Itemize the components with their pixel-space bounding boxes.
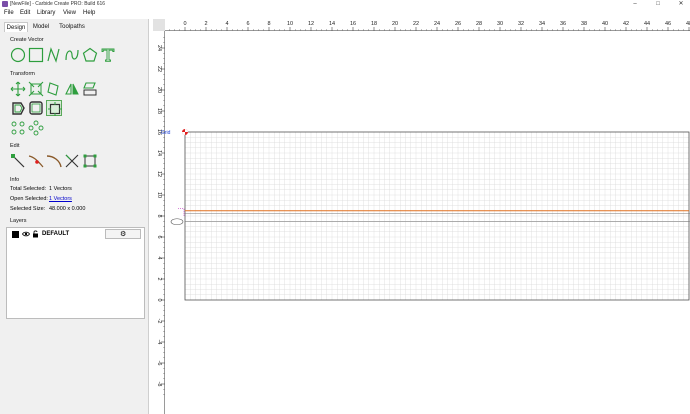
tab-toolpaths[interactable]: Toolpaths [56,22,88,32]
join-icon[interactable] [28,100,44,116]
mirror-icon[interactable] [64,81,80,97]
array-icon[interactable] [10,120,26,136]
ruler-x-label: 18 [371,21,377,27]
ruler-x-label: 26 [455,21,461,27]
ruler-x-label: 10 [287,21,293,27]
menu-view[interactable]: View [63,10,76,16]
group-icon[interactable] [46,100,62,116]
ruler-x-label: 2 [204,21,207,27]
drag-handle[interactable] [170,218,184,226]
offset-icon[interactable] [10,100,26,116]
rotate-icon[interactable] [46,81,62,97]
polyline-icon[interactable] [46,47,62,63]
origin-marker-quadrant [182,132,185,135]
open-selected-row: Open Selected: 1 Vectors [10,196,72,202]
menu-help[interactable]: Help [83,10,95,16]
canvas-drawing[interactable] [165,31,690,414]
scale-icon[interactable] [28,81,44,97]
ruler-x-label: 20 [392,21,398,27]
lock-icon[interactable] [32,230,39,238]
layer-settings-button[interactable]: ⚙ [105,229,141,239]
ruler-x-label: 42 [623,21,629,27]
layer-color-swatch[interactable] [12,231,19,238]
gear-icon: ⚙ [120,231,127,238]
ruler-x-label: 6 [246,21,249,27]
edit-heading: Edit [10,143,20,149]
layer-name: DEFAULT [42,231,70,237]
menu-library[interactable]: Library [37,10,55,16]
ruler-x-label: 46 [665,21,671,27]
ruler-x-label: 24 [434,21,440,27]
layer-row[interactable]: DEFAULT ⚙ [7,229,144,240]
total-selected-row: Total Selected: 1 Vectors [10,186,72,192]
horizontal-ruler: 0 2 4 6 8 10 12 14 16 18 20 22 24 26 28 30 32 34 36 38 40 42 4… [165,19,690,31]
open-selected-link[interactable]: 1 Vectors [49,196,72,202]
ruler-corner [153,19,165,31]
selected-size-label: Selected Size: [10,206,46,212]
ruler-x-label: 0 [183,21,186,27]
rotate-handle[interactable] [178,208,185,217]
align-icon[interactable] [82,81,98,97]
polygon-icon[interactable] [82,47,98,63]
layers-list: DEFAULT ⚙ [6,227,145,319]
tab-model[interactable]: Model [30,22,52,32]
circle-icon[interactable] [10,47,26,63]
selection-box [184,213,690,222]
title-bar: [NewFile] - Carbide Create PRO: Build 61… [0,0,690,9]
menu-file[interactable]: File [4,10,14,16]
eye-icon[interactable] [22,230,30,238]
horizontal-ruler-ticks: 0 2 4 6 8 10 12 14 16 18 20 22 24 26 28 30 32 34 36 38 40 42 4… [169,21,690,31]
ruler-x-label: 22 [413,21,419,27]
selected-size-value: 48.000 x 0.000 [49,206,86,212]
move-icon[interactable] [10,81,26,97]
ruler-x-label: 44 [644,21,650,27]
vertical-ruler: 24 22 20 18 16 14 12 10 8 6 4 2 0 -2 -4 -6 -8 [153,31,165,414]
selected-size-row: Selected Size: 48.000 x 0.000 [10,206,85,212]
minimize-button[interactable]: – [628,0,642,9]
design-canvas[interactable] [165,31,690,414]
origin-marker-quadrant [185,129,188,132]
grid-label: Grid [161,130,171,136]
trim-icon[interactable] [28,153,44,169]
ruler-x-label: 14 [329,21,335,27]
menu-bar: File Edit Library View Help [0,9,690,19]
menu-edit[interactable]: Edit [20,10,30,16]
ruler-x-label: 16 [350,21,356,27]
ruler-x-label: 38 [581,21,587,27]
app-icon [2,1,8,7]
tab-design[interactable]: Design [4,22,28,32]
rectangle-icon[interactable] [28,47,44,63]
ruler-x-label: 8 [267,21,270,27]
ruler-x-label: 4 [225,21,228,27]
vertical-ruler-ticks: 242220181614121086420-2-4-6-8 [156,37,165,395]
ruler-x-label: 30 [497,21,503,27]
ruler-x-label: 36 [560,21,566,27]
circular-array-icon[interactable] [28,120,44,136]
node-edit-icon[interactable] [10,153,26,169]
open-selected-label: Open Selected: [10,196,48,202]
transform-heading: Transform [10,71,35,77]
text-icon[interactable] [100,47,116,63]
info-heading: Info [10,177,20,183]
maximize-button[interactable]: □ [651,0,665,9]
total-selected-value: 1 Vectors [49,186,72,192]
curve-icon[interactable] [64,47,80,63]
cut-icon[interactable] [64,153,80,169]
window-title: [NewFile] - Carbide Create PRO: Build 61… [10,1,106,7]
create-vector-heading: Create Vector [10,37,44,43]
ruler-x-label: 32 [518,21,524,27]
boundary-icon[interactable] [82,153,98,169]
ruler-x-label: 12 [308,21,314,27]
ruler-x-label: 28 [476,21,482,27]
layers-heading: Layers [10,218,27,224]
ruler-x-label: 40 [602,21,608,27]
design-panel: Design Model Toolpaths Create Vector Tra… [0,19,149,414]
total-selected-label: Total Selected: [10,186,47,192]
ruler-x-label: 34 [539,21,545,27]
close-button[interactable]: ✕ [674,0,688,9]
fillet-icon[interactable] [46,153,62,169]
ruler-x-label: 48 [686,21,690,27]
